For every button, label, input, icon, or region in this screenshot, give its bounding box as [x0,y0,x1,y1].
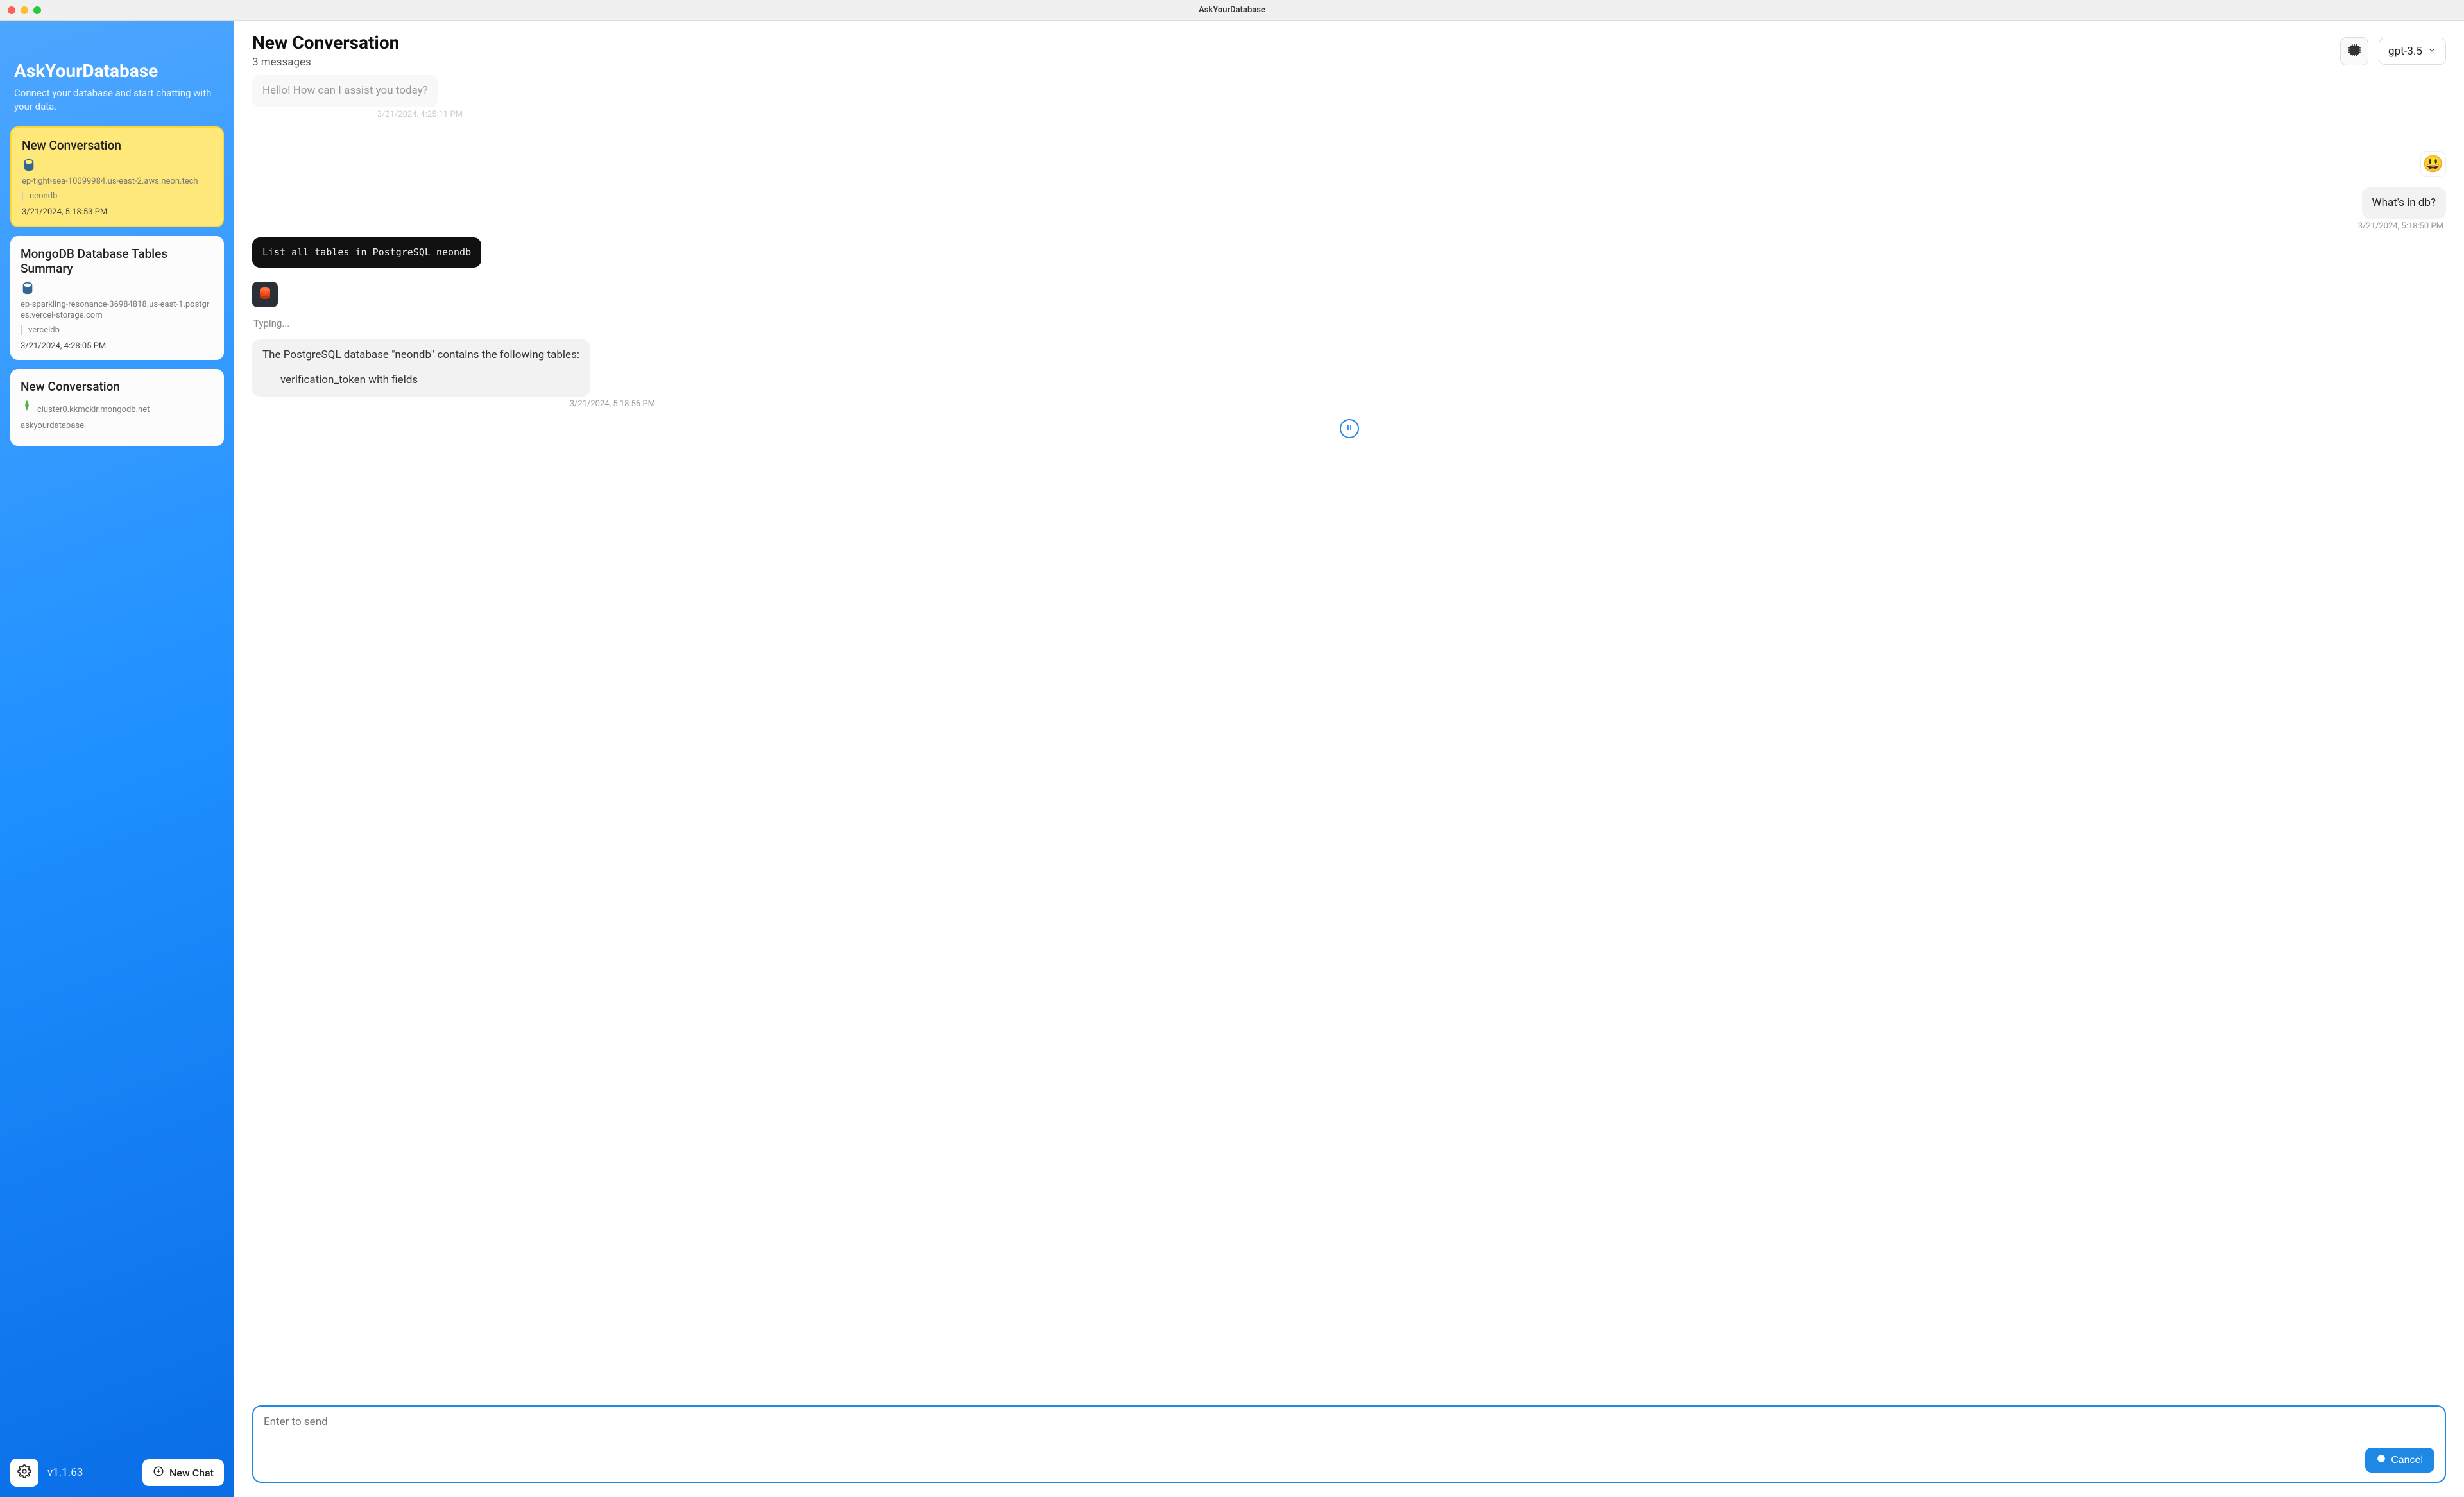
mongodb-icon [21,399,35,413]
message-input[interactable] [264,1416,2434,1441]
composer[interactable]: Cancel [252,1405,2446,1483]
composer-area: Cancel [234,1399,2464,1497]
conversation-dbname: neondb [22,191,212,201]
ai-provider-button[interactable]: AI [2340,37,2368,65]
chevron-down-icon [2427,45,2436,58]
assistant-message-bubble: Hello! How can I assist you today? [252,75,438,107]
new-chat-button[interactable]: New Chat [142,1459,224,1486]
conversation-dbname: askyourdatabase [21,421,214,431]
conversation-list[interactable]: New Conversation ep-tight-sea-10099984.u… [10,126,224,1448]
main-header: New Conversation 3 messages AI gpt-3.5 [234,21,2464,73]
window-titlebar: AskYourDatabase [0,0,2464,21]
conversation-card[interactable]: MongoDB Database Tables Summary ep-spark… [10,236,224,360]
ai-chip-icon: AI [2346,42,2363,61]
postgresql-icon [21,281,35,295]
pause-icon [2377,1454,2386,1466]
database-avatar [252,282,278,307]
message-row-assistant-streaming: The PostgreSQL database "neondb" contain… [252,339,2446,409]
user-message-bubble: What's in db? [2362,187,2446,219]
pause-streaming-button[interactable] [1340,419,1359,438]
message-row-assistant: Hello! How can I assist you today? 3/21/… [252,73,2446,119]
model-name: gpt-3.5 [2388,45,2422,58]
message-row-tool: List all tables in PostgreSQL neondb [252,237,2446,268]
streaming-intro: The PostgreSQL database "neondb" contain… [262,347,579,364]
conversation-timestamp: 3/21/2024, 4:28:05 PM [21,341,214,351]
window-close-button[interactable] [8,6,15,14]
conversation-dbname: verceldb [21,325,214,335]
app-root: AskYourDatabase Connect your database an… [0,21,2464,1497]
message-timestamp: 3/21/2024, 5:18:50 PM [2358,221,2443,231]
model-selector[interactable]: gpt-3.5 [2379,38,2446,65]
message-row-user: What's in db? 3/21/2024, 5:18:50 PM [252,187,2446,232]
conversation-card[interactable]: New Conversation ep-tight-sea-10099984.u… [10,126,224,227]
conversation-title: New Conversation [21,379,214,394]
database-stack-icon [257,286,273,304]
gear-icon [17,1464,31,1481]
conversation-card[interactable]: New Conversation cluster0.kkmcklr.mongod… [10,369,224,446]
typing-indicator: Typing... [253,318,2446,329]
sidebar: AskYourDatabase Connect your database an… [0,21,234,1497]
brand-tagline: Connect your database and start chatting… [14,87,220,114]
cancel-button[interactable]: Cancel [2365,1448,2434,1473]
pause-icon [1345,422,1354,434]
tool-call-bubble: List all tables in PostgreSQL neondb [252,237,481,268]
user-avatar-emoji: 😃 [2420,151,2446,177]
streaming-list-item: verification_token with fields [262,372,579,389]
postgresql-icon [22,158,36,172]
conversation-host: cluster0.kkmcklr.mongodb.net [37,405,150,415]
sidebar-footer: v1.1.63 New Chat [10,1448,224,1487]
conversation-message-count: 3 messages [252,56,2340,69]
message-timestamp: 3/21/2024, 5:18:56 PM [257,399,655,409]
conversation-title: New Conversation [22,138,212,153]
new-chat-label: New Chat [169,1467,214,1479]
conversation-heading: New Conversation [252,32,2340,53]
window-fullscreen-button[interactable] [33,6,41,14]
conversation-timestamp: 3/21/2024, 5:18:53 PM [22,207,212,217]
conversation-host: ep-sparkling-resonance-36984818.us-east-… [21,299,214,321]
main-panel: New Conversation 3 messages AI gpt-3.5 [234,21,2464,1497]
window-title: AskYourDatabase [0,5,2464,15]
window-minimize-button[interactable] [21,6,28,14]
plus-circle-icon [153,1466,164,1480]
conversation-host: ep-tight-sea-10099984.us-east-2.aws.neon… [22,176,212,187]
message-timestamp: 3/21/2024, 4:25:11 PM [257,110,463,119]
cancel-label: Cancel [2391,1455,2423,1466]
svg-text:AI: AI [2352,47,2357,53]
window-controls [8,6,41,14]
settings-button[interactable] [10,1459,38,1487]
pause-row [252,419,2446,438]
brand-title: AskYourDatabase [14,60,224,81]
message-list[interactable]: Hello! How can I assist you today? 3/21/… [234,73,2464,1399]
version-label: v1.1.63 [47,1466,133,1479]
conversation-title: MongoDB Database Tables Summary [21,246,214,276]
assistant-streaming-bubble: The PostgreSQL database "neondb" contain… [252,339,590,397]
